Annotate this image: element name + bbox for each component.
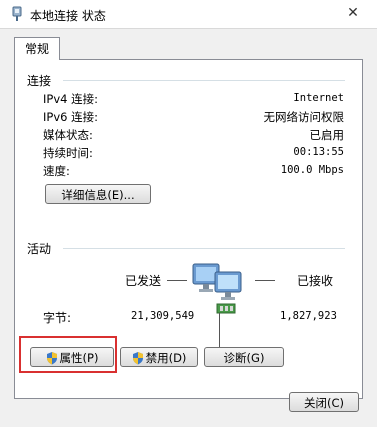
sent-label: 已发送	[125, 274, 162, 288]
sent-dash	[167, 280, 187, 281]
diagnose-button[interactable]: 诊断(G)	[204, 347, 284, 367]
ipv4-label: IPv4 连接:	[43, 92, 98, 106]
sent-bytes-value: 21,309,549	[131, 310, 195, 322]
properties-button-label: 属性(P)	[59, 351, 99, 365]
ipv6-value: 无网络访问权限	[263, 110, 345, 124]
details-button[interactable]: 详细信息(E)...	[45, 184, 151, 204]
disable-button[interactable]: 禁用(D)	[120, 347, 198, 367]
ipv6-label: IPv6 连接:	[43, 110, 98, 124]
close-window-button[interactable]: ✕	[339, 4, 367, 22]
activity-separator	[63, 248, 345, 249]
connection-separator	[63, 80, 345, 81]
title-bar: 本地连接 状态 ✕	[0, 0, 377, 28]
bytes-label: 字节:	[43, 311, 72, 325]
close-button[interactable]: 关闭(C)	[289, 392, 359, 412]
window-body: 常规 连接 IPv4 连接: Internet IPv6 连接: 无网络访问权限…	[0, 28, 377, 427]
speed-label: 速度:	[43, 164, 70, 178]
received-label: 已接收	[297, 274, 334, 288]
ipv4-value: Internet	[293, 92, 344, 104]
media-state-value: 已启用	[309, 128, 345, 142]
network-computers-icon	[192, 263, 242, 314]
duration-label: 持续时间:	[43, 146, 93, 160]
duration-value: 00:13:55	[293, 146, 344, 158]
connection-section-title: 连接	[27, 74, 52, 88]
activity-section-title: 活动	[27, 242, 52, 256]
tab-general[interactable]: 常规	[14, 37, 61, 60]
media-state-label: 媒体状态:	[43, 128, 93, 142]
close-icon: ✕	[347, 5, 359, 21]
speed-value: 100.0 Mbps	[280, 164, 344, 176]
uac-shield-icon	[46, 352, 57, 365]
received-dash	[255, 280, 275, 281]
properties-button[interactable]: 属性(P)	[30, 347, 114, 367]
window-title: 本地连接 状态	[30, 9, 106, 23]
disable-button-label: 禁用(D)	[145, 351, 187, 365]
network-adapter-icon	[12, 6, 22, 21]
uac-shield-icon	[132, 352, 143, 365]
received-bytes-value: 1,827,923	[280, 310, 337, 322]
